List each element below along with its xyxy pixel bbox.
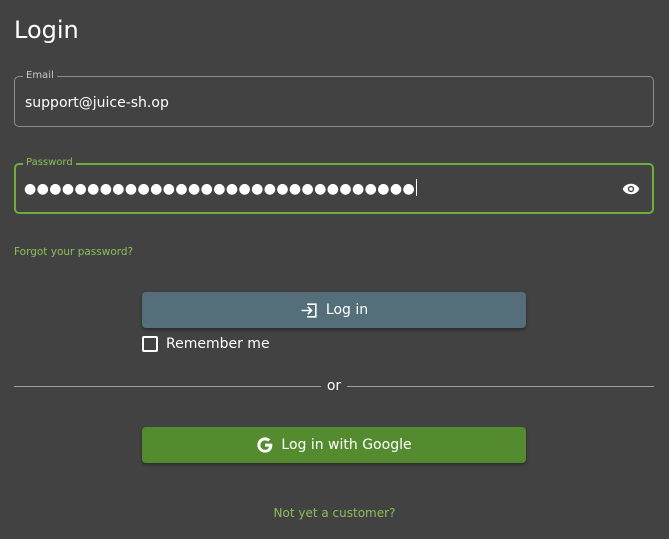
divider-or-text: or (326, 378, 342, 394)
text-caret (416, 179, 418, 196)
password-label: Password (23, 156, 76, 170)
remember-me-label: Remember me (166, 336, 270, 352)
eye-icon[interactable] (622, 182, 640, 196)
remember-me[interactable]: Remember me (142, 335, 270, 353)
login-button-label: Log in (325, 302, 369, 318)
login-page: Login Email support@juice-sh.op Password… (0, 0, 669, 539)
password-masked-text: ●●●●●●●●●●●●●●●●●●●●●●●●●●●●●●● (24, 181, 416, 197)
email-label: Email (23, 69, 57, 83)
forgot-password-link[interactable]: Forgot your password? (14, 245, 133, 259)
password-input[interactable]: ●●●●●●●●●●●●●●●●●●●●●●●●●●●●●●● (24, 179, 418, 198)
email-input[interactable]: support@juice-sh.op (25, 94, 169, 112)
remember-me-checkbox[interactable] (142, 336, 158, 352)
password-field[interactable]: Password ●●●●●●●●●●●●●●●●●●●●●●●●●●●●●●● (14, 156, 654, 214)
google-login-button-label: Log in with Google (281, 437, 412, 453)
login-button[interactable]: Log in (142, 292, 526, 328)
not-yet-customer-link[interactable]: Not yet a customer? (0, 505, 669, 521)
page-title: Login (14, 16, 79, 44)
email-field[interactable]: Email support@juice-sh.op (14, 69, 654, 127)
divider-right (347, 386, 654, 387)
divider-left (14, 386, 321, 387)
google-login-button[interactable]: Log in with Google (142, 427, 526, 463)
login-icon (301, 302, 317, 318)
google-g-icon (257, 437, 273, 453)
